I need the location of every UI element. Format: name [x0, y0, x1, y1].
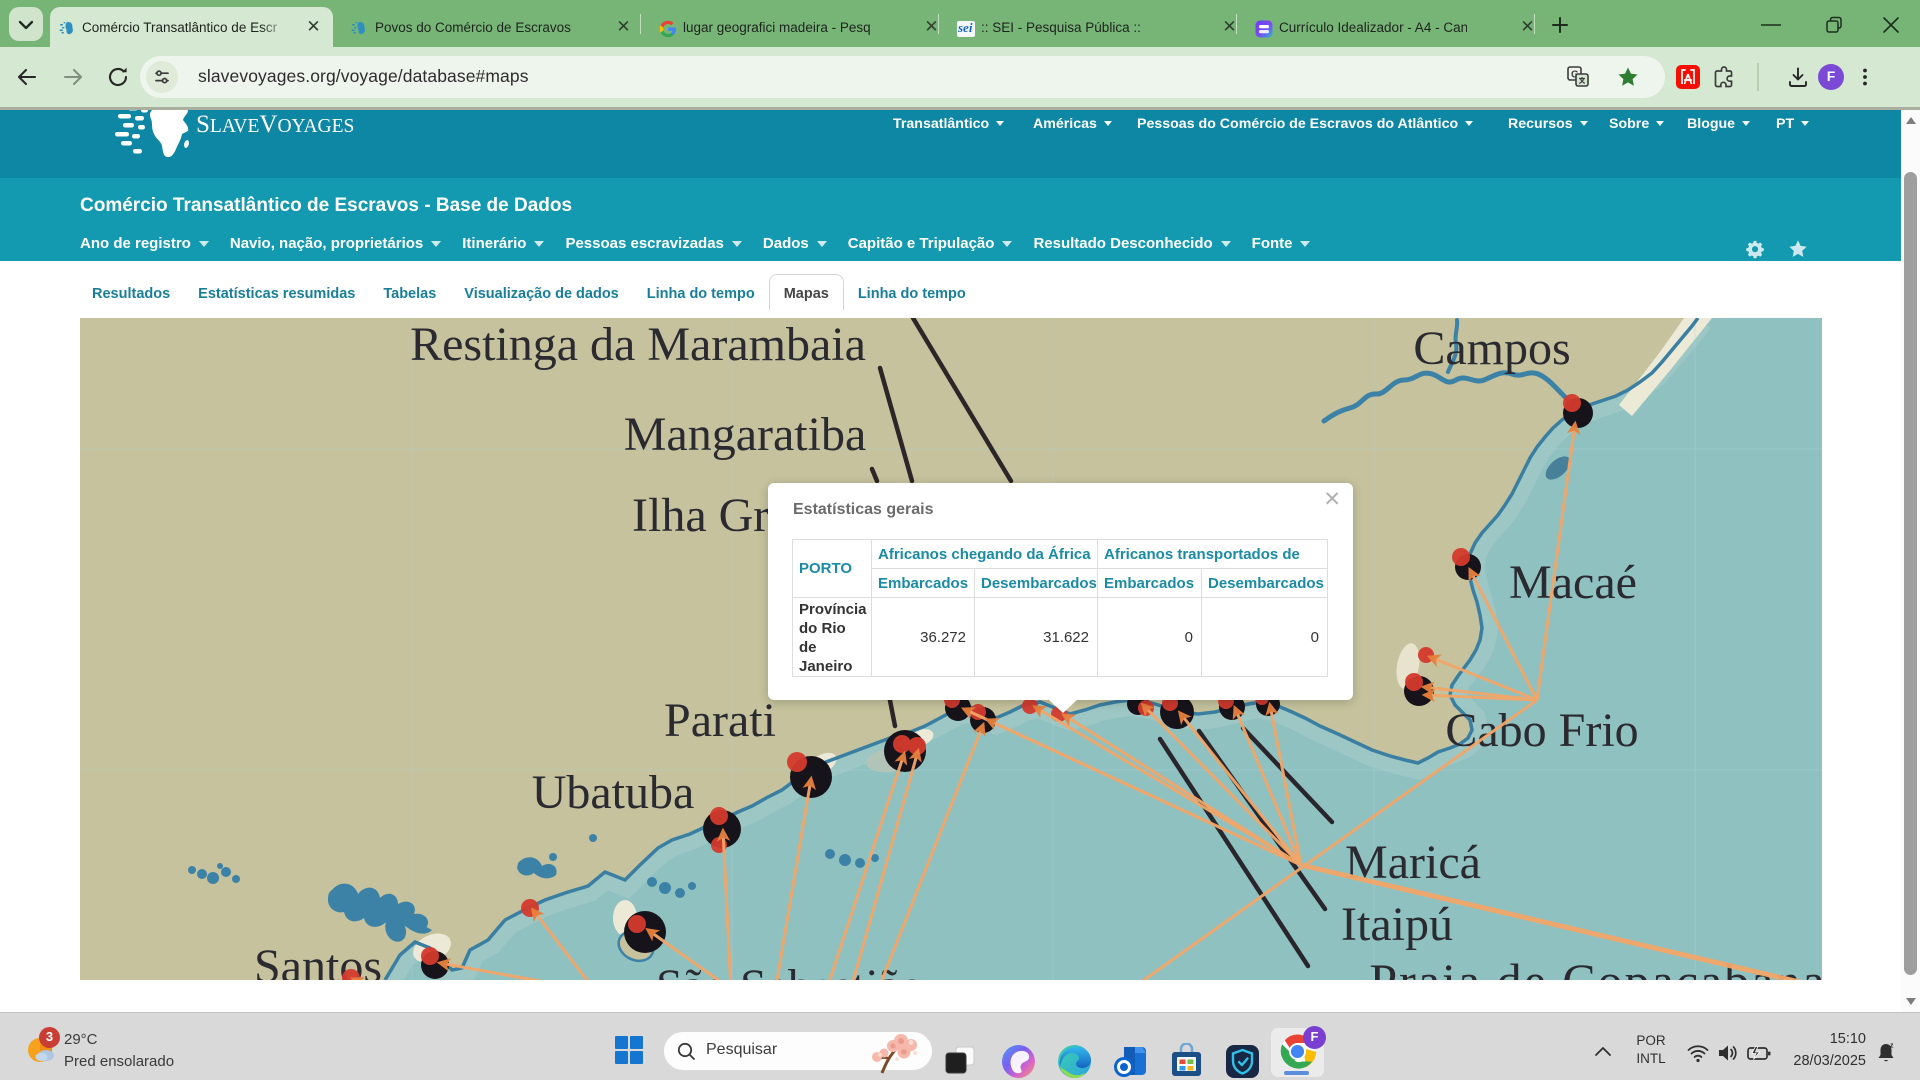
svg-text:Itaipú: Itaipú — [1341, 898, 1453, 951]
svg-text:Restinga da Marambaia: Restinga da Marambaia — [410, 318, 866, 371]
svg-text:Parati: Parati — [664, 694, 776, 747]
svg-text:Praia de Copacabana: Praia de Copacabana — [1369, 953, 1822, 980]
svg-text:Cabo Frio: Cabo Frio — [1445, 704, 1638, 757]
svg-text:Macaé: Macaé — [1509, 556, 1637, 609]
svg-text:Santos: Santos — [254, 940, 382, 980]
svg-text:Mangaratiba: Mangaratiba — [624, 408, 867, 461]
svg-text:Campos: Campos — [1413, 322, 1570, 375]
svg-text:z: z — [1890, 1043, 1894, 1050]
svg-text:Ubatuba: Ubatuba — [532, 766, 695, 819]
